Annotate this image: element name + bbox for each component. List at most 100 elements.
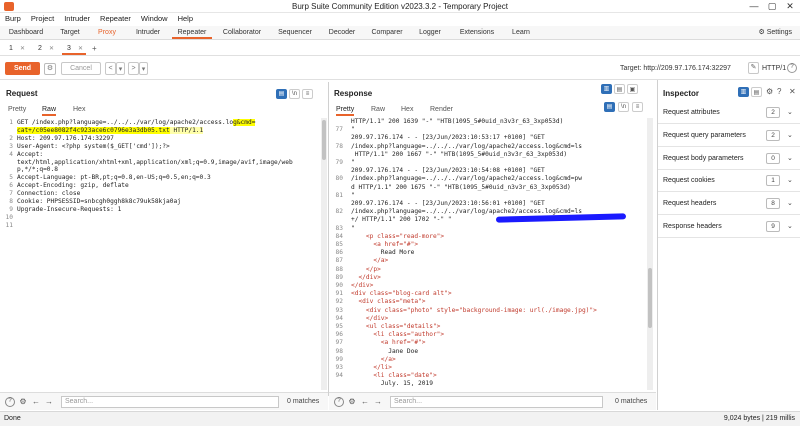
request-line: Accept-Encoding: gzip, deflate [17, 182, 129, 189]
add-tab-icon[interactable]: + [92, 44, 97, 53]
selected-text-highlight: g&cmd= [233, 119, 256, 126]
inspector-section-request-headers[interactable]: Request headers 8 ⌄ [658, 193, 800, 216]
request-scroll-thumb[interactable] [322, 120, 326, 160]
inspector-section-request-body-parameters[interactable]: Request body parameters 0 ⌄ [658, 148, 800, 170]
tab-learn[interactable]: Learn [507, 27, 535, 39]
request-tab-hex[interactable]: Hex [73, 106, 85, 113]
inspector-help-icon[interactable]: ? [777, 87, 781, 96]
help-icon[interactable]: ? [5, 397, 15, 407]
line-number: 78 [335, 142, 343, 150]
show-non-printable-icon[interactable]: \n [289, 89, 300, 99]
previous-match-arrow-icon[interactable]: ← [360, 397, 370, 407]
tab-collaborator[interactable]: Collaborator [219, 27, 265, 39]
http-version-selector[interactable]: HTTP/1 [762, 65, 786, 72]
title-bar: Burp Suite Community Edition v2023.3.2 -… [0, 0, 800, 13]
next-match-arrow-icon[interactable]: → [44, 397, 54, 407]
chevron-down-icon[interactable]: ⌄ [787, 108, 793, 116]
pretty-toggle-icon[interactable]: ▤ [276, 89, 287, 99]
help-icon[interactable]: ? [334, 397, 344, 407]
tab-decoder[interactable]: Decoder [324, 27, 360, 39]
response-scroll-thumb[interactable] [648, 268, 652, 328]
tab-target[interactable]: Target [54, 27, 86, 39]
repeater-tab-3[interactable]: 3 ✕ [62, 42, 86, 55]
response-search-input[interactable]: Search... [390, 396, 603, 408]
send-options-gear-icon[interactable]: ⚙ [44, 63, 56, 75]
settings-button[interactable]: ⚙ Settings [758, 28, 792, 36]
tab-repeater[interactable]: Repeater [172, 27, 212, 39]
chevron-down-icon[interactable]: ⌄ [787, 199, 793, 207]
tab-intruder[interactable]: Intruder [130, 27, 166, 39]
close-tab-icon[interactable]: ✕ [20, 45, 25, 52]
tab-logger[interactable]: Logger [414, 27, 446, 39]
inspector-section-request-attributes[interactable]: Request attributes 2 ⌄ [658, 102, 800, 124]
menu-window[interactable]: Window [140, 13, 173, 25]
back-button[interactable]: < [105, 62, 116, 75]
status-bar: Done 9,024 bytes | 219 millis [0, 411, 800, 426]
forward-button[interactable]: > [128, 62, 139, 75]
response-tab-raw[interactable]: Raw [371, 106, 385, 113]
layout-tabs-icon[interactable]: ▣ [627, 84, 638, 94]
inspector-layout-alt-icon[interactable]: ▤ [751, 87, 762, 97]
show-non-printable-icon[interactable]: \n [618, 102, 629, 112]
edit-target-pencil-icon[interactable]: ✎ [748, 62, 759, 74]
menu-intruder[interactable]: Intruder [63, 13, 95, 25]
next-match-arrow-icon[interactable]: → [373, 397, 383, 407]
inspector-layout-icon[interactable]: ▥ [738, 87, 749, 97]
inspector-section-request-query-parameters[interactable]: Request query parameters 2 ⌄ [658, 125, 800, 147]
menu-options-icon[interactable]: ≡ [302, 89, 313, 99]
menu-burp[interactable]: Burp [4, 13, 26, 25]
chevron-down-icon[interactable]: ⌄ [787, 222, 793, 230]
tab-extensions[interactable]: Extensions [455, 27, 499, 39]
response-tab-hex[interactable]: Hex [401, 106, 413, 113]
response-line: </div> [351, 282, 374, 289]
inspector-section-response-headers[interactable]: Response headers 9 ⌄ [658, 216, 800, 238]
menu-repeater[interactable]: Repeater [99, 13, 136, 25]
request-tab-raw[interactable]: Raw [42, 106, 57, 116]
chevron-down-icon[interactable]: ⌄ [787, 176, 793, 184]
tab-proxy[interactable]: Proxy [92, 27, 122, 39]
inspector-settings-gear-icon[interactable]: ⚙ [766, 87, 773, 96]
tab-sequencer[interactable]: Sequencer [274, 27, 316, 39]
help-icon[interactable]: ? [787, 63, 797, 73]
minimize-button[interactable]: — [745, 1, 763, 11]
response-line: <li class="author"> [351, 331, 445, 339]
layout-split-icon[interactable]: ▥ [601, 84, 612, 94]
close-tab-icon[interactable]: ✕ [49, 45, 54, 52]
menu-project[interactable]: Project [30, 13, 59, 25]
cancel-button[interactable]: Cancel [61, 62, 101, 75]
back-history-dropdown[interactable]: ▾ [116, 62, 125, 75]
maximize-button[interactable]: ▢ [763, 1, 781, 12]
layout-stack-icon[interactable]: ▤ [614, 84, 625, 94]
panel-divider[interactable] [328, 82, 329, 396]
previous-match-arrow-icon[interactable]: ← [31, 397, 41, 407]
pretty-toggle-icon[interactable]: ▤ [604, 102, 615, 112]
request-search-input[interactable]: Search... [61, 396, 279, 408]
inspector-section-request-cookies[interactable]: Request cookies 1 ⌄ [658, 170, 800, 193]
repeater-tab-1[interactable]: 1 ✕ [4, 42, 28, 55]
inspector-close-icon[interactable]: ✕ [789, 87, 796, 96]
request-scrollbar[interactable] [321, 118, 327, 390]
repeater-tab-2[interactable]: 2 ✕ [33, 42, 57, 55]
search-settings-gear-icon[interactable]: ⚙ [347, 397, 357, 407]
response-panel-title: Response [334, 89, 373, 98]
chevron-down-icon[interactable]: ⌄ [787, 131, 793, 139]
response-editor[interactable]: HTTP/1.1" 200 1639 "-" "HTB(1095_5#0uid_… [331, 118, 647, 390]
tab-comparer[interactable]: Comparer [368, 27, 406, 39]
menu-help[interactable]: Help [177, 13, 198, 25]
response-tab-pretty[interactable]: Pretty [336, 106, 355, 116]
search-settings-gear-icon[interactable]: ⚙ [18, 397, 28, 407]
repeater-subtabs: 1 ✕ 2 ✕ 3 ✕ + [0, 41, 800, 56]
request-tab-pretty[interactable]: Pretty [8, 106, 26, 113]
close-tab-icon[interactable]: ✕ [78, 45, 83, 52]
response-line: /index.php?language=../../../var/log/apa… [351, 208, 582, 216]
response-line: " [351, 191, 355, 199]
menu-options-icon[interactable]: ≡ [632, 102, 643, 112]
response-scrollbar[interactable] [647, 118, 653, 390]
forward-history-dropdown[interactable]: ▾ [139, 62, 148, 75]
chevron-down-icon[interactable]: ⌄ [787, 154, 793, 162]
tab-dashboard[interactable]: Dashboard [6, 27, 46, 39]
response-tab-render[interactable]: Render [430, 106, 453, 113]
close-window-button[interactable]: ✕ [781, 1, 799, 12]
send-button[interactable]: Send [5, 62, 40, 75]
request-editor[interactable]: 1 GET /index.php?language=../../../var/lo… [3, 118, 321, 390]
